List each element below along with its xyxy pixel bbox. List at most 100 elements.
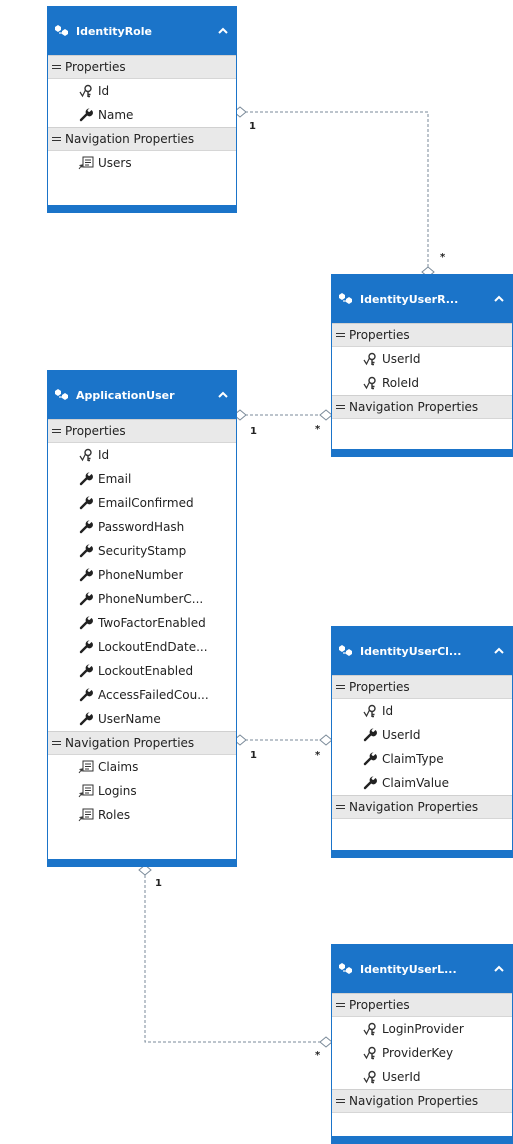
section-label: Navigation Properties [349, 1094, 479, 1108]
entity-footer [332, 850, 512, 857]
entity-identity-user-claim[interactable]: IdentityUserCl... Properties Id UserId C… [331, 626, 513, 858]
chevron-up-icon[interactable] [216, 388, 230, 402]
property-name: LockoutEnabled [98, 664, 194, 678]
key-icon [362, 704, 378, 718]
property-row[interactable]: EmailConfirmed [48, 491, 236, 515]
property-name: Id [98, 84, 110, 98]
properties-section-header[interactable]: Properties [332, 323, 512, 347]
chevron-up-icon[interactable] [492, 644, 506, 658]
entity-footer [48, 859, 236, 866]
navigation-section-header[interactable]: Navigation Properties [48, 731, 236, 755]
section-label: Properties [65, 424, 126, 438]
chevron-up-icon[interactable] [492, 292, 506, 306]
collapse-section-icon [336, 1001, 345, 1009]
entity-icon [54, 389, 68, 401]
section-label: Navigation Properties [349, 800, 479, 814]
property-name: SecurityStamp [98, 544, 187, 558]
property-row[interactable]: TwoFactorEnabled [48, 611, 236, 635]
property-name: ClaimValue [382, 776, 450, 790]
property-row[interactable]: ProviderKey [332, 1041, 512, 1065]
properties-section-header[interactable]: Properties [332, 993, 512, 1017]
property-name: LoginProvider [382, 1022, 464, 1036]
navigation-name: Users [98, 156, 132, 170]
property-row[interactable]: UserName [48, 707, 236, 731]
properties-section-header[interactable]: Properties [48, 55, 236, 79]
navigation-icon [78, 156, 94, 170]
section-label: Navigation Properties [65, 736, 195, 750]
entity-header[interactable]: ApplicationUser [48, 371, 236, 419]
property-row[interactable]: RoleId [332, 371, 512, 395]
navigation-row[interactable]: Users [48, 151, 236, 175]
wrench-icon [78, 592, 94, 606]
property-row[interactable]: AccessFailedCou... [48, 683, 236, 707]
property-row[interactable]: Id [48, 443, 236, 467]
entity-header[interactable]: IdentityRole [48, 7, 236, 55]
entity-application-user[interactable]: ApplicationUser Properties Id Email Emai… [47, 370, 237, 867]
entity-icon [54, 25, 68, 37]
chevron-up-icon[interactable] [492, 962, 506, 976]
multiplicity-label: 1 [250, 750, 257, 761]
entity-header[interactable]: IdentityUserCl... [332, 627, 512, 675]
properties-section-header[interactable]: Properties [48, 419, 236, 443]
association-role-userrole [240, 111, 429, 272]
navigation-section-header[interactable]: Navigation Properties [48, 127, 236, 151]
wrench-icon [78, 544, 94, 558]
property-name: AccessFailedCou... [98, 688, 209, 702]
key-icon [362, 1070, 378, 1084]
entity-title: IdentityUserR... [360, 292, 459, 306]
wrench-icon [78, 108, 94, 122]
property-row[interactable]: SecurityStamp [48, 539, 236, 563]
property-row[interactable]: LockoutEndDate... [48, 635, 236, 659]
property-row[interactable]: Name [48, 103, 236, 127]
multiplicity-label: * [315, 750, 321, 761]
entity-title: IdentityUserL... [360, 962, 457, 976]
property-row[interactable]: Email [48, 467, 236, 491]
multiplicity-label: 1 [155, 878, 162, 889]
property-row[interactable]: PhoneNumber [48, 563, 236, 587]
property-name: UserId [382, 352, 421, 366]
multiplicity-label: 1 [250, 426, 257, 437]
key-icon [362, 352, 378, 366]
collapse-section-icon [336, 683, 345, 691]
navigation-section-header[interactable]: Navigation Properties [332, 395, 512, 419]
navigation-section-header[interactable]: Navigation Properties [332, 795, 512, 819]
property-name: LockoutEndDate... [98, 640, 208, 654]
properties-section-header[interactable]: Properties [332, 675, 512, 699]
wrench-icon [78, 712, 94, 726]
entity-title: IdentityUserCl... [360, 644, 462, 658]
property-row[interactable]: ClaimValue [332, 771, 512, 795]
navigation-row[interactable]: Claims [48, 755, 236, 779]
entity-header[interactable]: IdentityUserL... [332, 945, 512, 993]
property-name: PhoneNumber [98, 568, 184, 582]
wrench-icon [78, 520, 94, 534]
property-row[interactable]: Id [332, 699, 512, 723]
entity-footer [332, 449, 512, 456]
property-row[interactable]: LoginProvider [332, 1017, 512, 1041]
entity-identity-role[interactable]: IdentityRole Properties Id Name Navigati… [47, 6, 237, 213]
wrench-icon [78, 664, 94, 678]
multiplicity-label: * [315, 1050, 321, 1061]
navigation-name: Logins [98, 784, 137, 798]
entity-identity-user-login[interactable]: IdentityUserL... Properties LoginProvide… [331, 944, 513, 1144]
multiplicity-label: * [440, 252, 446, 263]
navigation-row[interactable]: Roles [48, 803, 236, 827]
wrench-icon [362, 728, 378, 742]
entity-title: ApplicationUser [76, 388, 175, 402]
property-name: Name [98, 108, 134, 122]
property-row[interactable]: ClaimType [332, 747, 512, 771]
navigation-section-header[interactable]: Navigation Properties [332, 1089, 512, 1113]
property-row[interactable]: LockoutEnabled [48, 659, 236, 683]
property-row[interactable]: Id [48, 79, 236, 103]
navigation-name: Claims [98, 760, 139, 774]
key-icon [78, 84, 94, 98]
entity-header[interactable]: IdentityUserR... [332, 275, 512, 323]
property-row[interactable]: PasswordHash [48, 515, 236, 539]
property-row[interactable]: UserId [332, 1065, 512, 1089]
collapse-section-icon [336, 403, 345, 411]
property-row[interactable]: PhoneNumberC... [48, 587, 236, 611]
entity-identity-user-role[interactable]: IdentityUserR... Properties UserId RoleI… [331, 274, 513, 457]
chevron-up-icon[interactable] [216, 24, 230, 38]
property-row[interactable]: UserId [332, 723, 512, 747]
navigation-row[interactable]: Logins [48, 779, 236, 803]
property-row[interactable]: UserId [332, 347, 512, 371]
